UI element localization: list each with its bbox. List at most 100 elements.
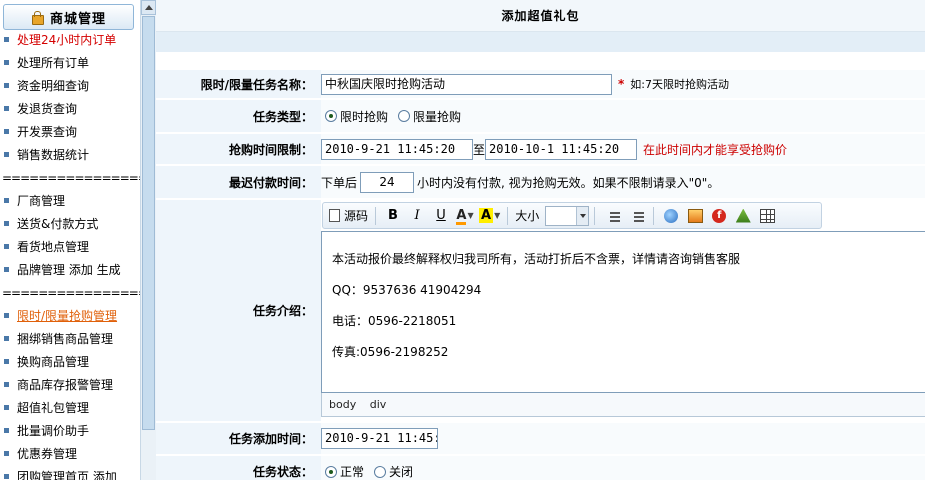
sidebar-item[interactable]: 处理24小时内订单 — [0, 29, 140, 52]
sidebar-item[interactable]: 捆绑销售商品管理 — [0, 328, 140, 351]
sidebar-item-label: 捆绑销售商品管理 — [17, 332, 114, 346]
time-to-label: 至 — [473, 142, 486, 157]
highlight-color-button[interactable]: A ▼ — [479, 206, 500, 226]
shopping-bag-icon — [31, 10, 44, 25]
sidebar-item-label: 厂商管理 — [17, 194, 66, 208]
menu-separator: ==================== — [2, 286, 140, 300]
emoticon-button[interactable] — [733, 206, 753, 226]
required-mark: * — [618, 77, 625, 91]
sidebar-item[interactable]: 品牌管理 添加 生成 — [0, 259, 140, 282]
sidebar-item-label: 销售数据统计 — [17, 148, 90, 162]
sidebar-menu: 处理24小时内订单处理所有订单资金明细查询 发退货查询开发票查询销售数据统计 ===… — [0, 29, 140, 480]
scroll-up-button[interactable] — [141, 0, 156, 15]
sidebar: 商城管理 处理24小时内订单处理所有订单资金明细查询 发退货查询开发票查询销售数据… — [0, 0, 140, 480]
page-title: 添加超值礼包 — [156, 0, 925, 32]
sidebar-header-label: 商城管理 — [49, 11, 106, 27]
task-type-option-quantity[interactable]: 限量抢购 — [398, 108, 461, 125]
sidebar-item[interactable]: 处理所有订单 — [0, 52, 140, 75]
font-size-select[interactable] — [545, 205, 590, 226]
flash-button[interactable]: f — [709, 206, 729, 226]
bullet-icon — [4, 152, 9, 157]
sidebar-item[interactable]: 送货&付款方式 — [0, 213, 140, 236]
bullet-icon — [4, 60, 9, 65]
image-button[interactable] — [685, 206, 705, 226]
sidebar-item[interactable]: 超值礼包管理 — [0, 397, 140, 420]
sidebar-item-label: 限时/限量抢购管理 — [17, 309, 118, 323]
status-option-closed[interactable]: 关闭 — [374, 463, 413, 480]
rich-text-editor: 源码 B I U A ▼ A ▼ 大小 f 本活动报价最终解释权归我司所有，活动… — [321, 200, 925, 422]
pay-deadline-label: 最迟付款时间： — [156, 166, 321, 199]
bullet-icon — [4, 106, 9, 111]
source-button[interactable]: 源码 — [329, 206, 368, 226]
sidebar-item[interactable]: 发退货查询 — [0, 98, 140, 121]
sidebar-item[interactable]: 优惠券管理 — [0, 443, 140, 466]
time-end-input[interactable]: 2010-10-1 11:45:20 — [485, 138, 638, 160]
dropdown-caret-icon: ▼ — [494, 211, 501, 220]
status-option-normal[interactable]: 正常 — [325, 463, 364, 480]
sidebar-item-label: 送货&付款方式 — [17, 217, 99, 231]
editor-path-bar: body div — [321, 393, 925, 417]
unordered-list-button[interactable] — [626, 206, 646, 226]
bullet-icon — [4, 359, 9, 364]
sidebar-item[interactable]: 厂商管理 — [0, 190, 140, 213]
row-task-status: 任务状态： 正常 关闭 — [156, 456, 925, 480]
table-button[interactable] — [757, 206, 777, 226]
path-item-div[interactable]: div — [370, 398, 387, 411]
sidebar-item-label: 处理24小时内订单 — [17, 33, 117, 47]
sidebar-item-label: 超值礼包管理 — [17, 401, 90, 415]
italic-button[interactable]: I — [407, 206, 427, 226]
radio-button[interactable] — [398, 110, 411, 122]
radio-button[interactable] — [374, 465, 387, 478]
bullet-icon — [4, 244, 9, 249]
editor-content-area[interactable]: 本活动报价最终解释权归我司所有，活动打折后不含票，详情请咨询销售客服 QQ：95… — [321, 231, 925, 393]
sidebar-item-label: 看货地点管理 — [17, 240, 90, 254]
underline-button[interactable]: U — [431, 206, 451, 226]
task-name-input[interactable]: 中秋国庆限时抢购活动 — [321, 73, 612, 95]
row-add-time: 任务添加时间： 2010-9-21 11:45: — [156, 423, 925, 455]
main-panel: 添加超值礼包 限时/限量任务名称： 中秋国庆限时抢购活动 * 如:7天限时抢购活… — [156, 0, 925, 480]
sidebar-item[interactable]: 限时/限量抢购管理 — [0, 305, 140, 328]
sidebar-item[interactable]: 资金明细查询 — [0, 75, 140, 98]
add-time-input[interactable]: 2010-9-21 11:45: — [321, 428, 438, 449]
row-task-name: 限时/限量任务名称： 中秋国庆限时抢购活动 * 如:7天限时抢购活动 — [156, 70, 925, 99]
font-size-label: 大小 — [515, 209, 540, 223]
sidebar-item[interactable]: 商品库存报警管理 — [0, 374, 140, 397]
sidebar-item-label: 资金明细查询 — [17, 79, 90, 93]
bold-button[interactable]: B — [383, 206, 403, 226]
ordered-list-button[interactable] — [602, 206, 622, 226]
editor-line: 电话：0596-2218051 — [332, 314, 457, 328]
sidebar-scrollbar[interactable] — [140, 0, 156, 480]
font-color-button[interactable]: A ▼ — [455, 206, 475, 226]
toolbar-divider — [507, 206, 509, 225]
sidebar-item[interactable]: 换购商品管理 — [0, 351, 140, 374]
editor-line: 本活动报价最终解释权归我司所有，活动打折后不含票，详情请咨询销售客服 — [332, 252, 741, 266]
bullet-icon — [4, 198, 9, 203]
sidebar-item[interactable]: 开发票查询 — [0, 121, 140, 144]
sidebar-item-label: 品牌管理 添加 生成 — [17, 263, 121, 277]
chevron-down-icon — [576, 206, 589, 225]
sidebar-item-label: 优惠券管理 — [17, 447, 78, 461]
sidebar-item[interactable]: 团购管理首页 添加 — [0, 466, 140, 480]
sidebar-header[interactable]: 商城管理 — [3, 4, 134, 30]
task-type-option-timed[interactable]: 限时抢购 — [325, 108, 388, 125]
radio-button[interactable] — [325, 465, 337, 478]
bullet-icon — [4, 336, 9, 341]
sidebar-item[interactable]: 看货地点管理 — [0, 236, 140, 259]
link-button[interactable] — [661, 206, 681, 226]
toolbar-divider — [594, 206, 596, 225]
task-name-label: 限时/限量任务名称： — [156, 70, 321, 99]
ordered-list-icon — [605, 209, 620, 223]
radio-button[interactable] — [325, 110, 337, 122]
bullet-icon — [4, 428, 9, 433]
pay-hours-input[interactable]: 24 — [360, 171, 415, 193]
sidebar-item-label: 发退货查询 — [17, 102, 78, 116]
sidebar-item[interactable]: 销售数据统计 — [0, 144, 140, 167]
sidebar-item[interactable]: 批量调价助手 — [0, 420, 140, 443]
scroll-thumb[interactable] — [142, 16, 155, 430]
path-item-body[interactable]: body — [329, 398, 356, 411]
emoticon-icon — [735, 208, 751, 223]
image-icon — [687, 208, 703, 223]
sidebar-item-label: 团购管理首页 添加 — [17, 470, 117, 480]
time-start-input[interactable]: 2010-9-21 11:45:20 — [321, 138, 473, 160]
bullet-icon — [4, 221, 9, 226]
